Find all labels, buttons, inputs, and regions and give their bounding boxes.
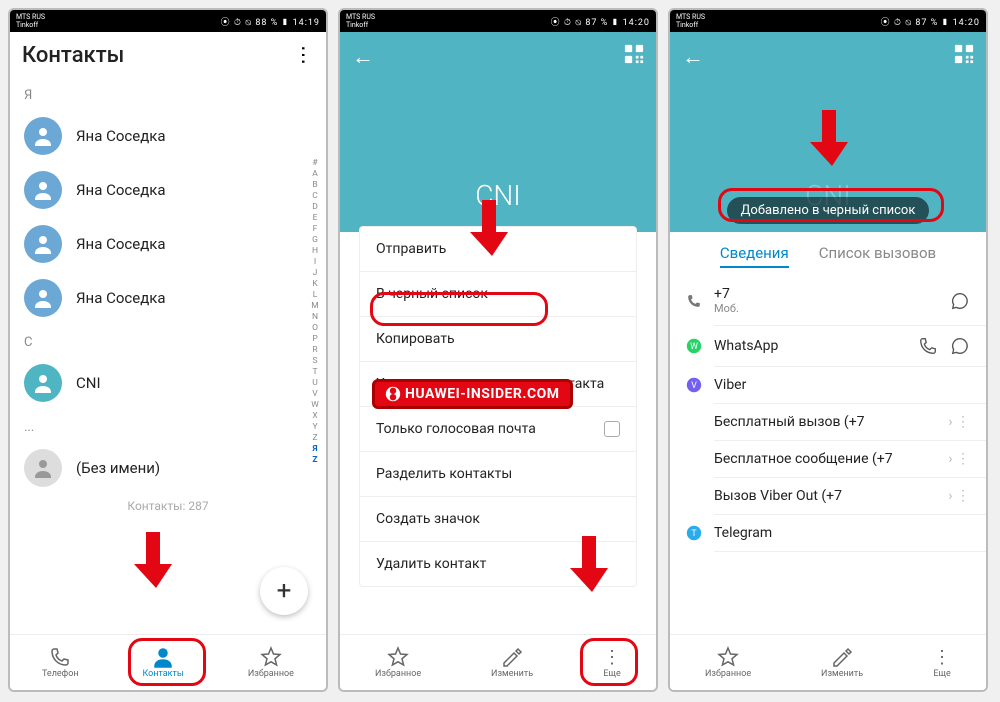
contact-row[interactable]: Яна Соседка: [10, 271, 326, 325]
screen-contact-details: MTS RUSTinkoff ⦿ ⏱ ⦰ 87 % ▮ 14:20 ← CNI …: [668, 8, 988, 692]
menu-item[interactable]: В черный список: [360, 272, 636, 317]
svg-text:V: V: [691, 381, 697, 391]
avatar: [24, 449, 62, 487]
status-bar: MTS RUSTinkoff ⦿ ⏱ ⦰ 88 % ▮ 14:19: [10, 10, 326, 32]
detail-row[interactable]: W WhatsApp: [670, 326, 986, 366]
menu-item[interactable]: WКопировать: [360, 317, 636, 362]
nav-Избранное[interactable]: Избранное: [248, 646, 294, 679]
svg-text:T: T: [691, 529, 697, 539]
call-icon[interactable]: [918, 336, 938, 356]
contact-header: ← CNI: [340, 32, 656, 232]
contact-name: Яна Соседка: [76, 235, 166, 253]
telegram-icon: T: [686, 525, 702, 541]
nav-Еще[interactable]: ⋮Еще: [933, 647, 951, 679]
nav-Еще[interactable]: ⋮Еще: [603, 647, 621, 679]
contact-row[interactable]: (Без имени): [10, 441, 326, 495]
chat-icon[interactable]: [950, 336, 970, 356]
whatsapp-icon: W: [686, 338, 702, 354]
detail-row[interactable]: +7Моб.: [670, 276, 986, 325]
contact-name: CNI: [76, 374, 101, 392]
avatar: [24, 364, 62, 402]
contact-name: Яна Соседка: [76, 181, 166, 199]
phone-icon: [686, 293, 702, 309]
nav-Изменить[interactable]: Изменить: [821, 646, 863, 679]
section-label: ...: [10, 410, 326, 441]
page-title: Контакты: [22, 43, 124, 68]
add-contact-fab[interactable]: +: [260, 567, 308, 615]
contacts-count: Контакты: 287: [10, 495, 326, 517]
status-bar: MTS RUSTinkoff ⦿ ⏱ ⦰ 87 % ▮ 14:20: [670, 10, 986, 32]
checkbox[interactable]: [604, 421, 620, 437]
contact-row[interactable]: Яна Соседка: [10, 109, 326, 163]
alpha-scroll-index[interactable]: #ABCDEFGHIJKLMNOPRSTUVWXYZЯZ: [308, 158, 322, 466]
tab[interactable]: Сведения: [720, 244, 789, 268]
nav-Изменить[interactable]: Изменить: [491, 646, 533, 679]
screen-contact-menu: MTS RUSTinkoff ⦿ ⏱ ⦰ 87 % ▮ 14:20 ← CNI …: [338, 8, 658, 692]
contact-header: ← CNI Добавлено в черный список: [670, 32, 986, 232]
menu-item[interactable]: Отправить: [360, 227, 636, 272]
avatar: [24, 117, 62, 155]
detail-row[interactable]: Бесплатное сообщение (+7› ⋮: [670, 441, 986, 477]
contact-row[interactable]: CNI: [10, 356, 326, 410]
qr-icon[interactable]: [954, 44, 974, 68]
avatar: [24, 171, 62, 209]
detail-row[interactable]: V Viber: [670, 367, 986, 403]
overflow-menu-icon[interactable]: ⋯: [292, 45, 316, 65]
nav-Избранное[interactable]: Избранное: [705, 646, 751, 679]
avatar: [24, 225, 62, 263]
avatar: [24, 279, 62, 317]
qr-icon[interactable]: [624, 44, 644, 68]
back-icon[interactable]: ←: [352, 44, 374, 70]
chevron-icon: › ⋮: [948, 488, 970, 504]
contact-name: Яна Соседка: [76, 289, 166, 307]
detail-row[interactable]: Вызов Viber Out (+7› ⋮: [670, 478, 986, 514]
menu-item[interactable]: Разделить контакты: [360, 452, 636, 497]
menu-item[interactable]: Только голосовая почта: [360, 407, 636, 452]
chat-icon[interactable]: [950, 291, 970, 311]
bottom-nav: Телефон Контакты Избранное: [10, 634, 326, 690]
chevron-icon: › ⋮: [948, 451, 970, 467]
tab[interactable]: Список вызовов: [819, 244, 936, 268]
nav-Контакты[interactable]: Контакты: [143, 646, 184, 679]
detail-row[interactable]: T Telegram: [670, 515, 986, 551]
contact-row[interactable]: Яна Соседка: [10, 217, 326, 271]
viber-icon: V: [686, 377, 702, 393]
svg-text:W: W: [690, 342, 698, 352]
watermark: HUAWEI-INSIDER.COM: [372, 379, 573, 409]
screen-contacts-list: MTS RUSTinkoff ⦿ ⏱ ⦰ 88 % ▮ 14:19 Контак…: [8, 8, 328, 692]
chevron-icon: › ⋮: [948, 414, 970, 430]
toast-blacklisted: Добавлено в черный список: [727, 197, 930, 224]
detail-row[interactable]: Бесплатный вызов (+7› ⋮: [670, 404, 986, 440]
contact-name: (Без имени): [76, 459, 160, 477]
detail-tabs: Сведения Список вызовов: [670, 232, 986, 276]
app-bar: Контакты ⋯: [10, 32, 326, 78]
back-icon[interactable]: ←: [682, 44, 704, 70]
status-bar: MTS RUSTinkoff ⦿ ⏱ ⦰ 87 % ▮ 14:20: [340, 10, 656, 32]
menu-item[interactable]: TУдалить контакт: [360, 542, 636, 586]
nav-Телефон[interactable]: Телефон: [42, 646, 79, 679]
section-label: C: [10, 325, 326, 356]
contact-row[interactable]: Яна Соседка: [10, 163, 326, 217]
nav-Избранное[interactable]: Избранное: [375, 646, 421, 679]
bottom-nav: Избранное Изменить ⋮Еще: [340, 634, 656, 690]
contact-name: CNI: [475, 179, 521, 212]
contact-name: Яна Соседка: [76, 127, 166, 145]
bottom-nav: Избранное Изменить ⋮Еще: [670, 634, 986, 690]
section-label: Я: [10, 78, 326, 109]
menu-item[interactable]: Создать значок: [360, 497, 636, 542]
